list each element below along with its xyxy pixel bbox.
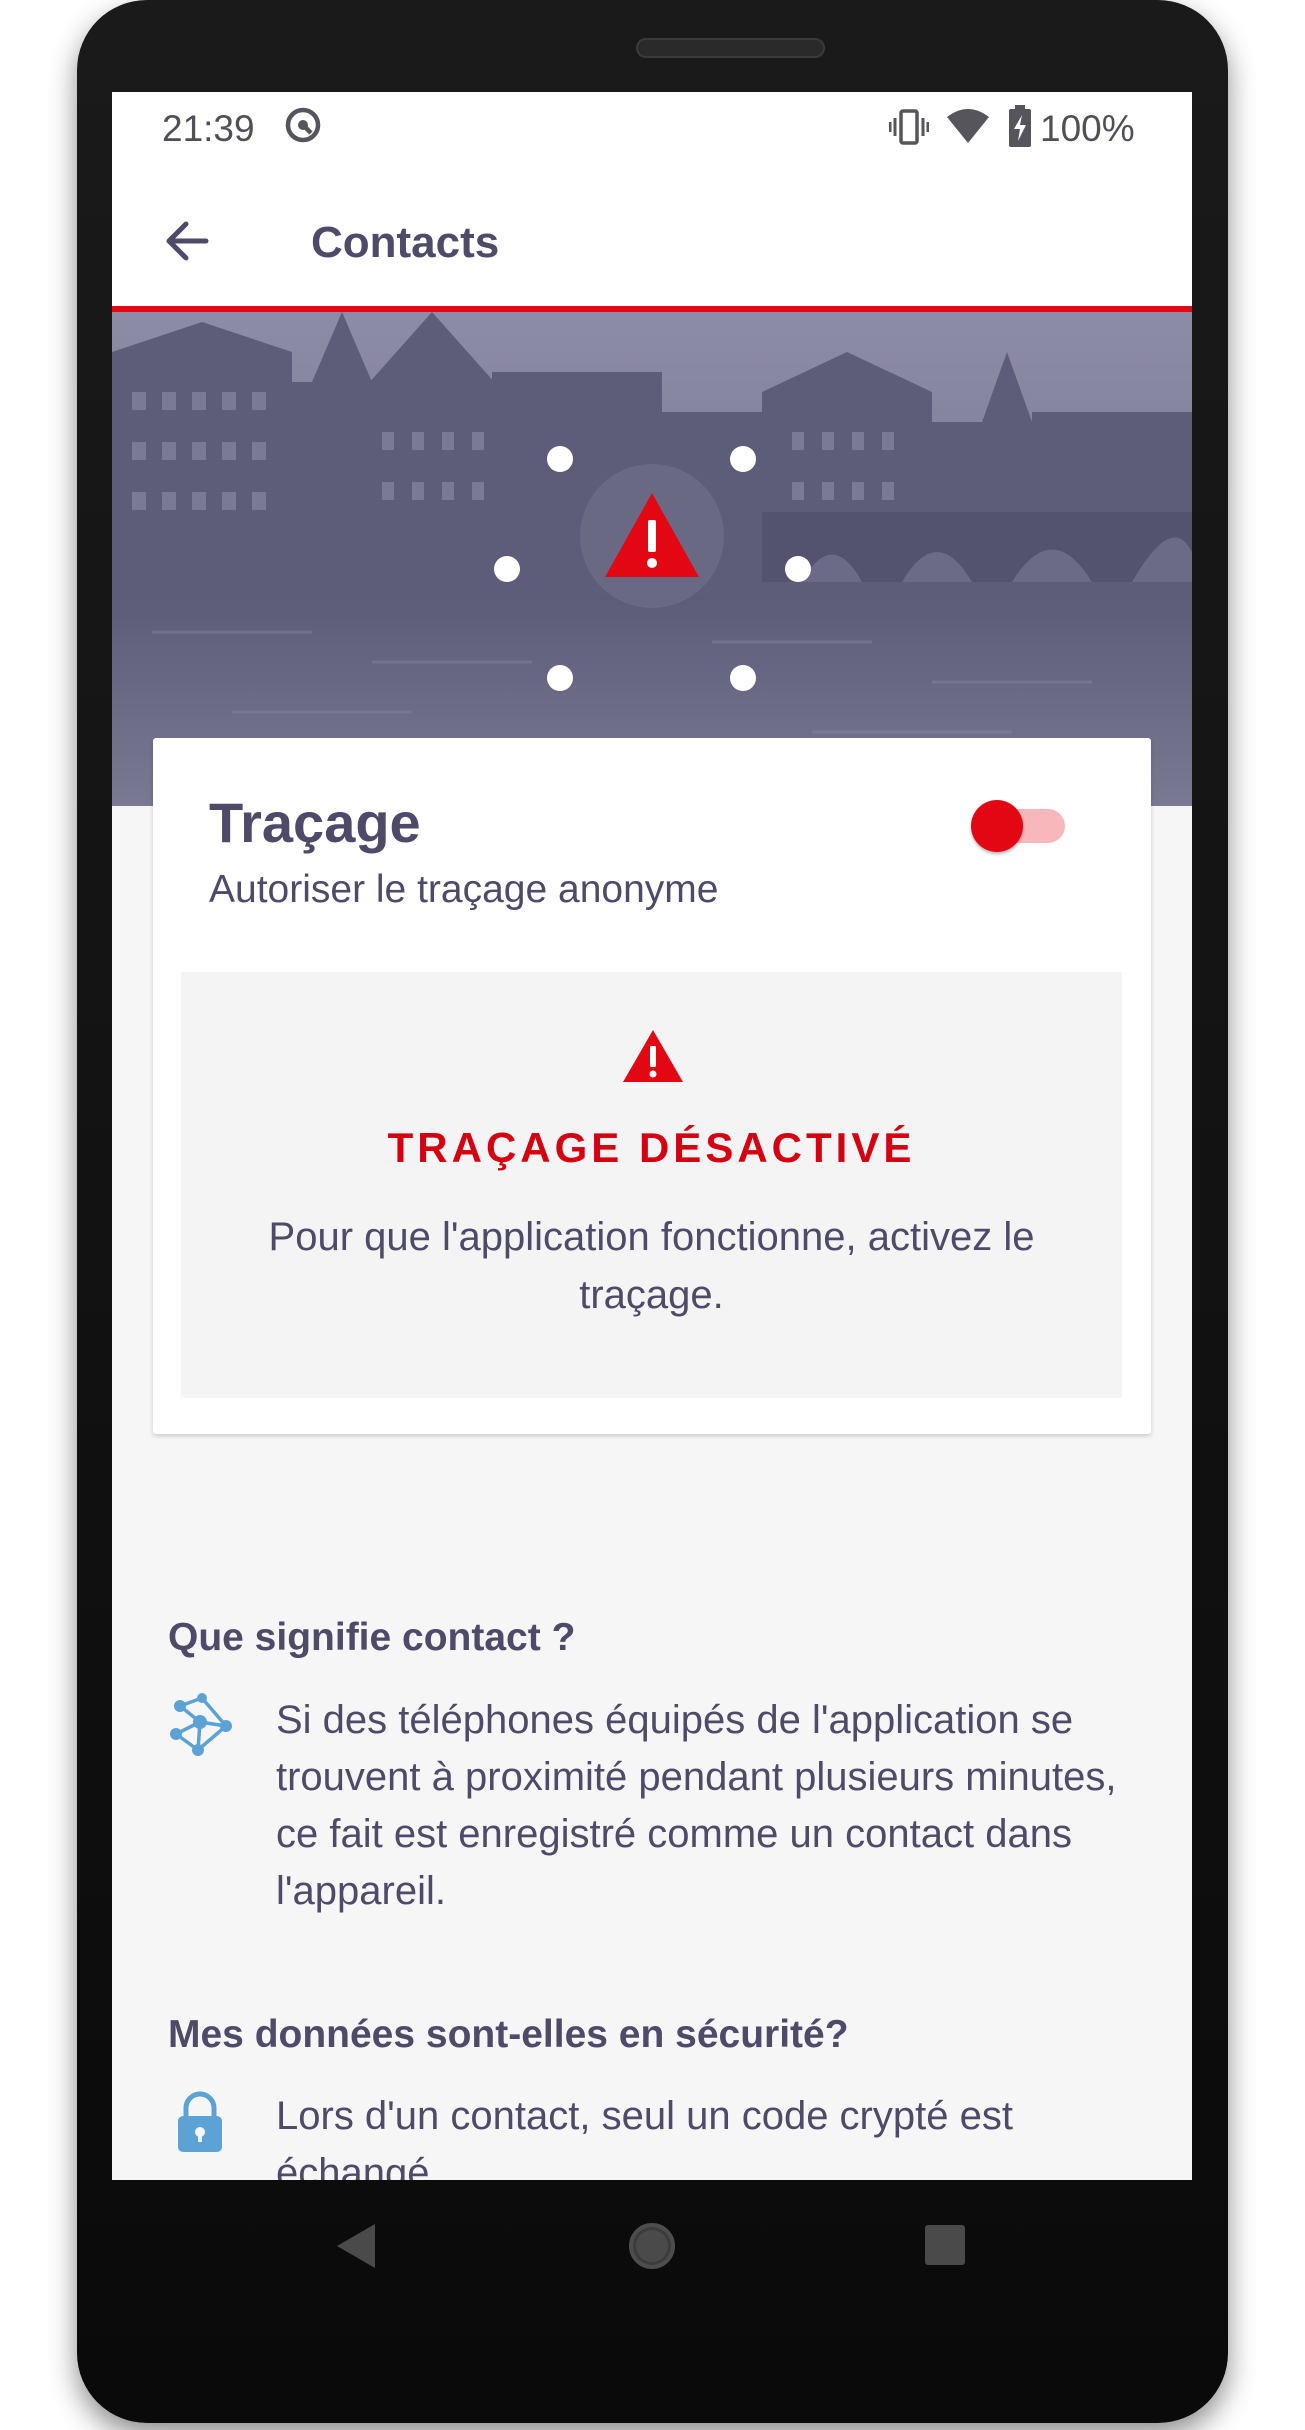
phone-speaker: [636, 38, 825, 58]
nav-back-icon[interactable]: [335, 2222, 377, 2270]
section-text-contact: Si des téléphones équipés de l'applicati…: [276, 1698, 1117, 1913]
page-title: Contacts: [311, 218, 500, 267]
status-dot: [547, 665, 573, 691]
section-text-security: Lors d'un contact, seul un code crypté e…: [276, 2094, 1013, 2180]
tracing-toggle[interactable]: [971, 790, 1067, 852]
status-dot: [730, 446, 756, 472]
app-screen: 21:39 100% Contacts Traçage Autoriser le…: [112, 92, 1192, 2180]
battery-charging-icon: [1009, 105, 1031, 147]
status-dot: [730, 665, 756, 691]
nav-recents-icon[interactable]: [924, 2224, 966, 2266]
status-dot: [547, 446, 573, 472]
status-time: 21:39: [162, 108, 255, 149]
tracing-card: Traçage Autoriser le traçage anonyme TRA…: [153, 738, 1151, 1434]
warning-triangle-icon: [605, 493, 699, 577]
status-bar: 21:39 100%: [112, 92, 1192, 174]
app-bar: Contacts: [112, 174, 1192, 312]
tracing-subtitle: Autoriser le traçage anonyme: [209, 868, 719, 911]
network-nodes-icon: [170, 1693, 232, 1756]
vibrate-icon: [889, 109, 929, 145]
tracing-disabled-title: TRAÇAGE DÉSACTIVÉ: [387, 1124, 916, 1171]
toggle-thumb: [971, 800, 1023, 852]
tracing-title: Traçage: [209, 791, 421, 854]
wifi-icon: [947, 109, 989, 143]
nav-home-icon[interactable]: [627, 2221, 677, 2271]
arrow-left-icon[interactable]: [162, 216, 212, 266]
hero-banner: [112, 312, 1192, 806]
status-dot: [785, 556, 811, 582]
status-dot: [494, 556, 520, 582]
tracing-disabled-box: TRAÇAGE DÉSACTIVÉ Pour que l'application…: [181, 972, 1122, 1398]
vpn-key-icon: [285, 107, 321, 143]
tracing-disabled-message: Pour que l'application fonctionne, activ…: [268, 1215, 1035, 1317]
lock-icon: [178, 2091, 222, 2152]
warning-triangle-icon: [623, 1030, 683, 1082]
section-heading-contact: Que signifie contact ?: [168, 1616, 576, 1659]
section-heading-security: Mes données sont-elles en sécurité?: [168, 2013, 849, 2056]
battery-percent: 100%: [1040, 108, 1135, 149]
